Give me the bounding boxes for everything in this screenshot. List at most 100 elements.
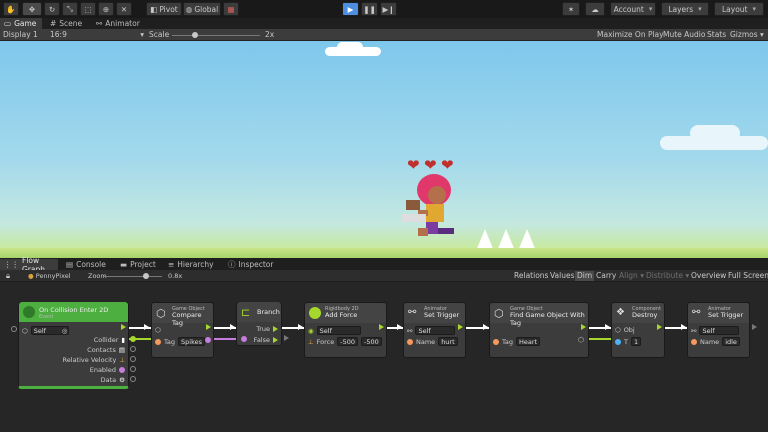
overview-button[interactable]: Overview — [689, 271, 728, 281]
flow-output-port[interactable] — [379, 324, 384, 330]
bool-output-port[interactable] — [205, 337, 211, 343]
tab-animator[interactable]: ⚯ Animator — [92, 18, 144, 29]
maximize-on-play-toggle[interactable]: Maximize On Play — [597, 30, 664, 39]
name-input[interactable]: Name hurt — [407, 337, 458, 346]
data-output[interactable]: Data ⚙ — [101, 376, 125, 384]
flow-output-port[interactable] — [121, 324, 126, 330]
node-set-trigger-hurt[interactable]: ⚯ Animator Set Trigger ⚯ Self Name hurt — [403, 302, 466, 358]
flow-input-port[interactable] — [483, 324, 488, 330]
mute-audio-toggle[interactable]: Mute Audio — [663, 30, 705, 39]
pivot-toggle[interactable]: ◧ Pivot — [146, 2, 182, 16]
distribute-dropdown[interactable]: Distribute ▾ — [644, 271, 691, 281]
tag-input[interactable]: Tag Heart — [493, 337, 541, 346]
scale-slider-thumb[interactable] — [192, 32, 198, 38]
flow-output-port[interactable] — [752, 324, 757, 330]
display-dropdown[interactable]: Display 1 — [3, 30, 38, 39]
tag-field[interactable]: Spikes — [178, 337, 205, 346]
node-on-collision-enter-2d[interactable]: On Collision Enter 2D Event ⬡ Self ◎ Colli… — [18, 302, 129, 389]
flow-input-port[interactable] — [144, 324, 149, 330]
flow-input-port[interactable] — [230, 324, 235, 330]
dim-toggle[interactable]: Dim — [575, 271, 595, 281]
relative-velocity-output[interactable]: Relative Velocity ⊥ — [63, 356, 125, 364]
name-input[interactable]: Name idle — [691, 337, 740, 346]
move-tool-icon[interactable]: ✥ — [22, 2, 42, 16]
play-button[interactable]: ▶ — [342, 2, 359, 16]
value-output-port[interactable] — [130, 346, 136, 352]
node-find-game-object-with-tag[interactable]: ⬡ Game Object Find Game Object With Tag … — [489, 302, 589, 358]
true-output[interactable]: True — [256, 325, 278, 333]
lock-icon[interactable]: 🔒︎ — [4, 271, 12, 281]
node-branch[interactable]: ⊏ Branch True False — [236, 302, 282, 346]
cloud-icon[interactable]: ☁ — [585, 2, 605, 16]
value-output-port[interactable] — [130, 356, 136, 362]
self-input[interactable]: ⬡ Self ◎ — [22, 326, 69, 335]
tab-console[interactable]: ▤ Console — [62, 259, 110, 270]
grid-snap-icon[interactable]: ▦ — [223, 2, 239, 16]
obj-input[interactable]: ⬡ Obj — [615, 326, 635, 334]
bool-input-port[interactable] — [241, 336, 247, 342]
tab-hierarchy[interactable]: ≡ Hierarchy — [164, 259, 218, 270]
global-toggle[interactable]: ◍ Global — [183, 2, 221, 16]
flow-output-port[interactable] — [284, 335, 289, 341]
flow-output-port[interactable] — [581, 324, 586, 330]
layout-dropdown[interactable]: Layout — [714, 2, 764, 16]
zoom-slider-track[interactable] — [104, 276, 162, 277]
carry-toggle[interactable]: Carry — [594, 271, 618, 281]
collab-icon[interactable]: ✶ — [562, 2, 580, 16]
node-add-force[interactable]: Rigidbody 2D Add Force ◉ Self ⊥ Force -500-… — [304, 302, 387, 358]
stats-toggle[interactable]: Stats — [707, 30, 726, 39]
node-set-trigger-idle[interactable]: ⚯ Animator Set Trigger ⚯ Self Name idle — [687, 302, 750, 358]
flow-output-port[interactable] — [206, 324, 211, 330]
name-field[interactable]: idle — [722, 337, 740, 346]
self-field[interactable]: Self — [699, 326, 740, 335]
tab-inspector[interactable]: ⓘ Inspector — [224, 259, 277, 270]
value-input-port[interactable] — [11, 326, 17, 332]
name-field[interactable]: hurt — [438, 337, 458, 346]
rotate-tool-icon[interactable]: ↻ — [44, 2, 60, 16]
tab-scene[interactable]: # Scene — [46, 18, 86, 29]
flow-input-port[interactable] — [605, 324, 610, 330]
tab-project[interactable]: ▬ Project — [116, 259, 160, 270]
t-input[interactable]: T1 — [615, 337, 642, 346]
fullscreen-button[interactable]: Full Screen — [726, 271, 768, 281]
step-button[interactable]: ▶❙ — [380, 2, 397, 16]
hand-tool-icon[interactable]: ✋ — [3, 2, 19, 16]
flow-output-port[interactable] — [458, 324, 463, 330]
transform-tool-icon[interactable]: ⊕ — [98, 2, 114, 16]
scale-slider-track[interactable] — [172, 35, 260, 36]
flow-input-port[interactable] — [397, 324, 402, 330]
false-output[interactable]: False — [254, 336, 278, 344]
contacts-output[interactable]: Contacts ▤ — [87, 346, 125, 354]
t-field[interactable]: 1 — [630, 337, 642, 346]
self-input[interactable]: ⚯ Self — [691, 326, 740, 335]
account-dropdown[interactable]: Account — [610, 2, 656, 16]
game-viewport[interactable] — [0, 41, 768, 256]
relations-toggle[interactable]: Relations — [512, 271, 550, 281]
self-field[interactable]: Self — [316, 326, 361, 335]
value-output-port[interactable] — [130, 376, 136, 382]
values-toggle[interactable]: Values — [548, 271, 577, 281]
tab-game[interactable]: ▭ Game — [0, 18, 42, 29]
custom-tool-icon[interactable]: ✕ — [116, 2, 132, 16]
value-output-port[interactable] — [130, 336, 136, 342]
layers-dropdown[interactable]: Layers — [661, 2, 709, 16]
collider-output[interactable]: Collider ▮ — [94, 336, 125, 344]
scale-tool-icon[interactable]: ⤡ — [62, 2, 78, 16]
zoom-slider-thumb[interactable] — [143, 273, 149, 279]
tag-input[interactable]: Tag Spikes — [155, 337, 205, 346]
value-output-port[interactable] — [130, 366, 136, 372]
node-compare-tag[interactable]: ⬡ Game Object Compare Tag ⬡ Tag Spikes — [151, 302, 214, 358]
self-input[interactable]: ⚯ Self — [407, 326, 456, 335]
force-y-field[interactable]: -500 — [361, 337, 382, 346]
self-input[interactable]: ◉ Self — [308, 326, 361, 335]
object-breadcrumb[interactable]: ● PennyPixel — [26, 272, 73, 282]
flow-input-port[interactable] — [298, 324, 303, 330]
gizmos-dropdown[interactable]: Gizmos ▾ — [730, 30, 764, 39]
flow-input-port[interactable] — [681, 324, 686, 330]
aspect-dropdown[interactable]: 16:9 ▾ — [50, 30, 144, 39]
tab-flow-graph[interactable]: ⋮⋮ Flow Graph — [0, 256, 58, 274]
tag-field[interactable]: Heart — [516, 337, 541, 346]
force-x-field[interactable]: -500 — [337, 337, 359, 346]
flow-output-port[interactable] — [657, 324, 662, 330]
self-field[interactable]: Self — [415, 326, 456, 335]
